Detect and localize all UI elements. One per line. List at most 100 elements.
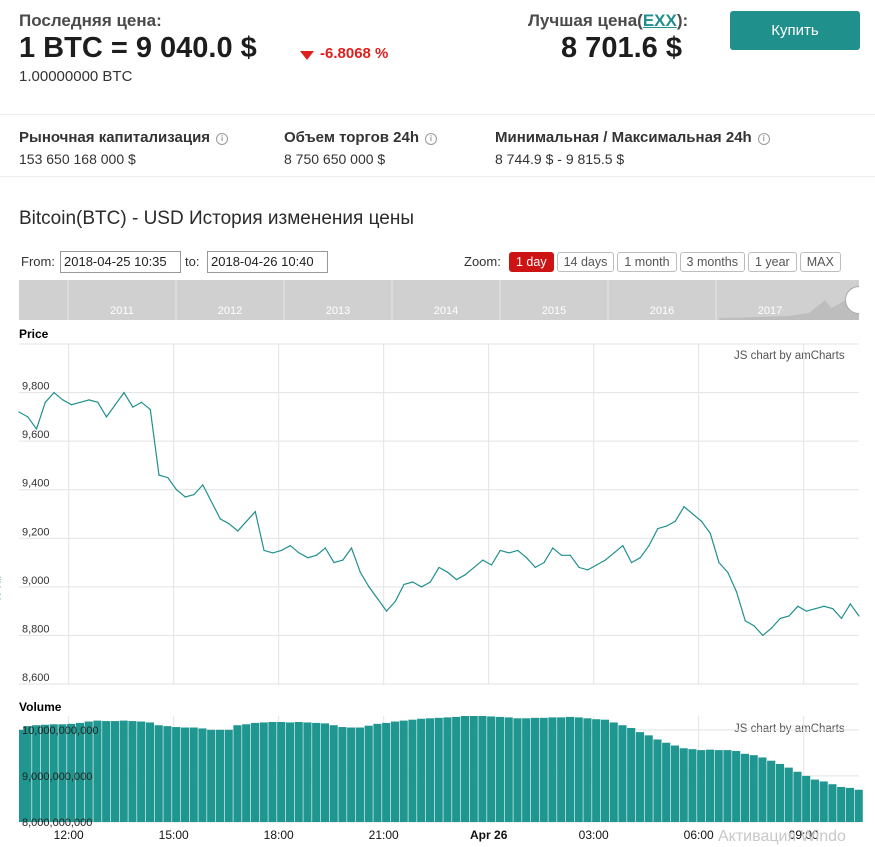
zoom-1-month-button[interactable]: 1 month (617, 252, 677, 272)
scrollbar-year: 2015 (541, 305, 567, 317)
price-data-point (62, 399, 64, 401)
price-data-point (683, 506, 685, 508)
volume-bar (592, 719, 601, 822)
buy-button[interactable]: Купить (730, 11, 860, 50)
price-data-point (158, 474, 160, 476)
zoom-3-months-button[interactable]: 3 months (679, 252, 745, 272)
volume-bar (434, 717, 443, 822)
price-data-point (709, 532, 711, 535)
stat-market-cap: Рыночная капитализация i 153 650 168 000 … (19, 129, 229, 167)
x-axis-tick-label: 03:00 (579, 828, 609, 842)
volume-bar (644, 735, 653, 822)
volume-bar (854, 789, 863, 822)
best-exchange-link[interactable]: EXX (643, 11, 677, 30)
volume-bar (233, 725, 242, 822)
stat-market-cap-value: 153 650 168 000 $ (19, 151, 136, 167)
x-axis-tick-label: 15:00 (159, 828, 189, 842)
price-data-point (447, 571, 449, 573)
price-data-point (359, 571, 361, 573)
from-date-input[interactable]: 2018-04-25 10:35 (60, 251, 181, 273)
price-data-point (123, 391, 125, 394)
last-price-label: Последняя цена: (19, 11, 162, 30)
volume-bar (145, 722, 155, 822)
price-data-point (797, 605, 799, 607)
price-data-point (482, 559, 484, 561)
volume-bar (697, 750, 706, 822)
zoom-14-days-button[interactable]: 14 days (556, 252, 615, 272)
volume-bar (784, 767, 793, 822)
price-chart[interactable]: 9,800 9,600 9,400 9,200 9,000 8,800 8,600 (0, 340, 875, 690)
volume-bar (530, 717, 540, 822)
to-date-input[interactable]: 2018-04-26 10:40 (207, 251, 328, 273)
to-label: to: (185, 254, 200, 269)
price-data-point (613, 552, 615, 554)
best-price-label: Лучшая цена(EXX): (528, 11, 688, 31)
zoom-1-year-button[interactable]: 1 year (747, 252, 797, 272)
price-data-point (525, 557, 528, 559)
period-scrollbar[interactable]: 2011 2012 2013 2014 2015 2016 2017 (19, 280, 859, 320)
price-data-point (377, 598, 379, 600)
price-data-point (464, 574, 466, 576)
price-data-point (105, 416, 108, 418)
price-line: 1 BTC = 9 040.0 $ (19, 32, 257, 64)
price-data-point (385, 610, 388, 612)
zoom-max-button[interactable]: MAX (799, 252, 841, 272)
volume-bar (417, 718, 426, 822)
volume-chart[interactable]: 10,000,000,0009,000,000,0008,000,000,000… (0, 712, 875, 847)
stat-min-max: Минимальная / Максимальная 24h i 8 744.9 … (495, 129, 770, 167)
price-data-point (814, 608, 816, 610)
price-data-point (552, 547, 554, 549)
price-data-point (595, 564, 598, 566)
volume-bar (522, 718, 531, 822)
price-data-point (788, 615, 790, 617)
info-icon[interactable]: i (216, 133, 229, 145)
stat-volume-label: Объем торгов 24h (284, 129, 419, 146)
volume-bar (758, 757, 767, 822)
price-data-point (315, 554, 318, 556)
scrollbar-year: 2016 (649, 305, 675, 317)
volume-bar (469, 716, 478, 822)
scrollbar-year: 2013 (325, 305, 351, 317)
price-y-tick-label: 9,400 (22, 478, 50, 490)
divider (0, 114, 875, 115)
price-data-point (184, 496, 186, 498)
price-data-point (44, 401, 46, 403)
best-price-label-text: Лучшая цена( (528, 11, 643, 30)
x-axis-tick-label: 06:00 (684, 828, 714, 842)
price-data-point (735, 591, 738, 593)
volume-bar (189, 727, 198, 822)
zoom-1-day-button[interactable]: 1 day (509, 252, 554, 272)
price-data-point (0, 586, 1, 588)
price-data-point (587, 569, 589, 571)
volume-bar (557, 717, 566, 822)
volume-bar (224, 729, 233, 822)
volume-bar (775, 763, 785, 822)
volume-bar (443, 717, 452, 822)
price-data-point (0, 578, 1, 581)
info-icon[interactable]: i (425, 133, 437, 145)
price-data-point (657, 527, 659, 530)
volume-bar (303, 722, 312, 822)
price-panel-title: Price (19, 327, 49, 341)
price-data-point (604, 559, 606, 561)
price-data-point (18, 411, 20, 413)
stat-volume-value: 8 750 650 000 $ (284, 151, 386, 167)
volume-bar (320, 723, 330, 822)
price-data-point (858, 615, 860, 617)
info-icon[interactable]: i (757, 133, 770, 145)
volume-bar (635, 732, 645, 822)
volume-bar (819, 781, 828, 822)
price-y-tick-label: 9,600 (22, 429, 50, 441)
price-data-point (245, 520, 248, 522)
scrollbar-year: 2014 (433, 305, 459, 317)
volume-bar (294, 721, 303, 822)
price-data-point (167, 476, 169, 479)
price-data-point (420, 586, 423, 588)
price-y-tick-label: 9,000 (22, 575, 50, 587)
price-data-point (210, 501, 213, 503)
price-data-point (342, 559, 344, 561)
x-axis-tick-label: 18:00 (264, 828, 294, 842)
volume-bar (504, 717, 513, 822)
price-data-point (674, 520, 676, 522)
price-data-point (762, 634, 764, 637)
